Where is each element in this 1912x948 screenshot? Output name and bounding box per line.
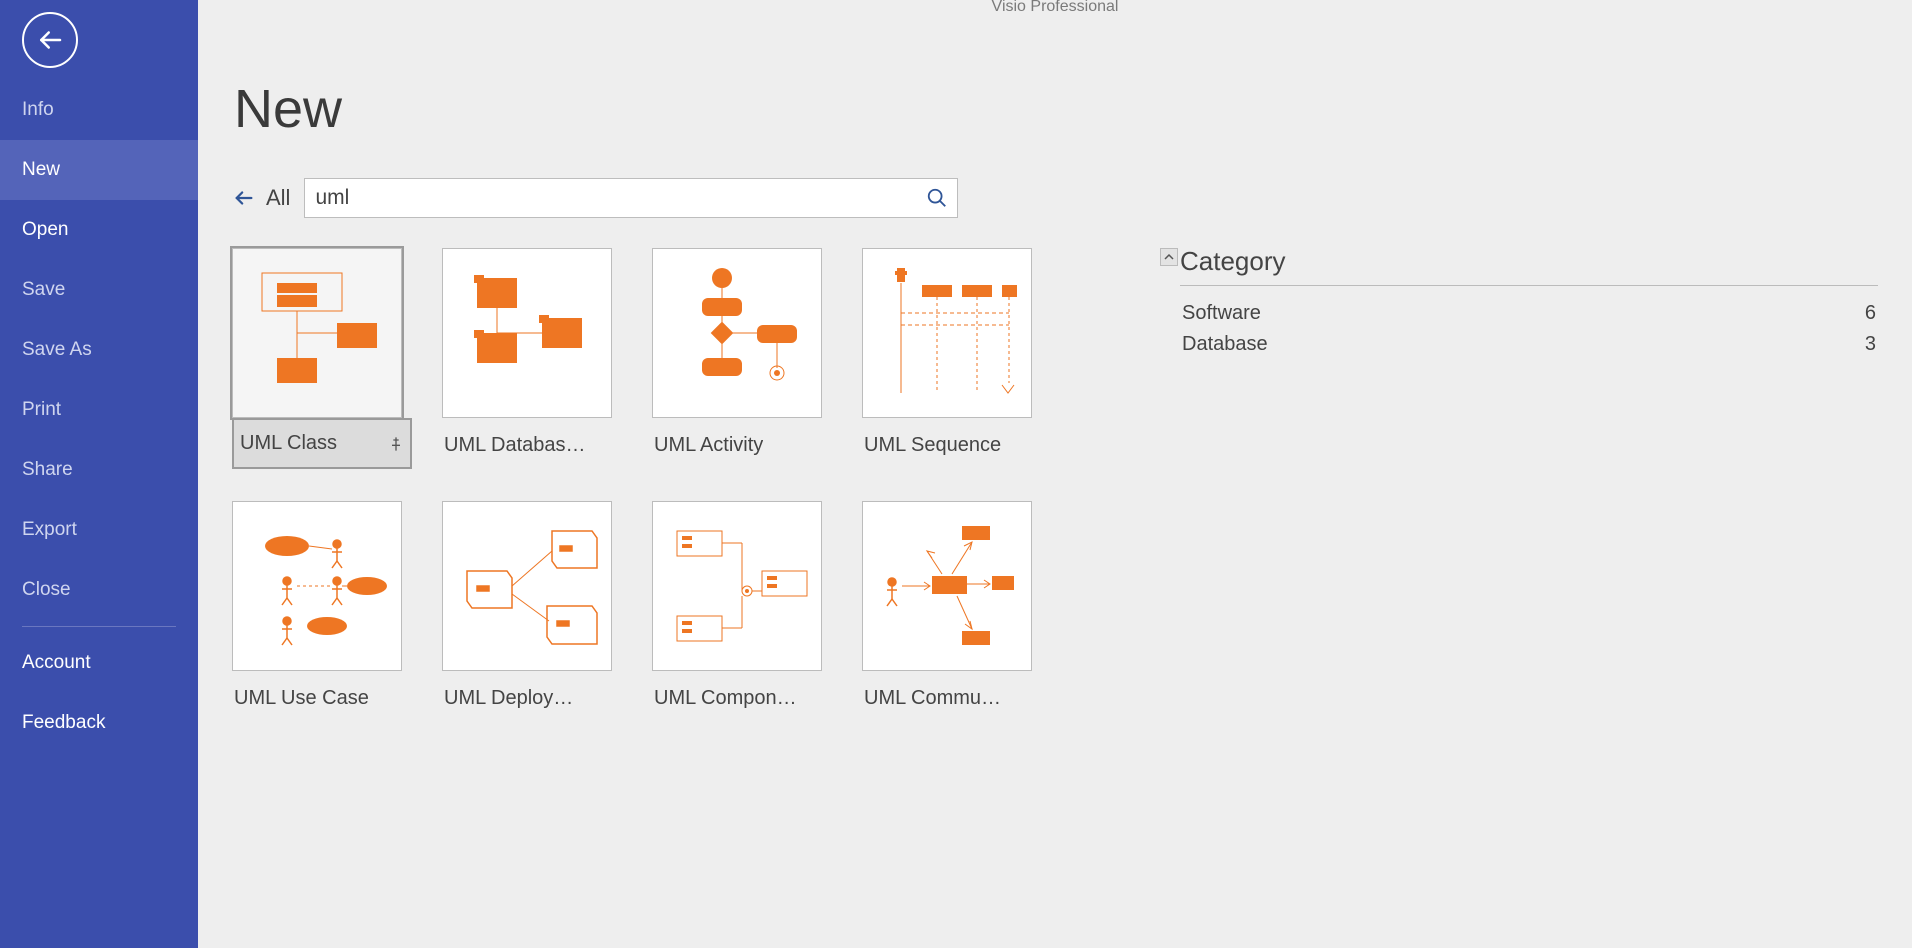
- template-label: UML Class: [240, 432, 337, 455]
- sidebar-item-share[interactable]: Share: [0, 440, 198, 500]
- sidebar-item-info[interactable]: Info: [0, 80, 198, 140]
- sidebar-item-label: Print: [22, 399, 61, 421]
- sidebar-item-label: Close: [22, 579, 71, 601]
- sidebar-item-label: Save As: [22, 339, 92, 361]
- template-label-row: UML Use Case: [232, 687, 412, 710]
- sidebar-item-close[interactable]: Close: [0, 560, 198, 620]
- sidebar-item-new[interactable]: New: [0, 140, 198, 200]
- sidebar-item-label: Export: [22, 519, 77, 541]
- template-thumbnail: [652, 501, 822, 671]
- template-thumbnail: [862, 501, 1032, 671]
- category-count: 3: [1865, 333, 1876, 356]
- template-label-row: UML Databas…: [442, 434, 622, 457]
- template-uml-database[interactable]: UML Databas…: [442, 248, 622, 469]
- template-thumbnail: [862, 248, 1032, 418]
- chevron-up-icon: [1164, 252, 1174, 262]
- scroll-up-button[interactable]: [1160, 248, 1178, 266]
- sidebar-item-print[interactable]: Print: [0, 380, 198, 440]
- category-count: 6: [1865, 302, 1876, 325]
- template-thumbnail: [442, 501, 612, 671]
- template-uml-deploy[interactable]: UML Deploy…: [442, 501, 622, 710]
- sidebar-item-label: New: [22, 159, 60, 181]
- pin-icon[interactable]: [388, 436, 404, 452]
- sidebar-item-save-as[interactable]: Save As: [0, 320, 198, 380]
- template-uml-component[interactable]: UML Compon…: [652, 501, 832, 710]
- template-label: UML Use Case: [234, 687, 369, 710]
- search-back-button[interactable]: [232, 186, 256, 210]
- app-title: Visio Professional: [992, 0, 1119, 16]
- sidebar-item-account[interactable]: Account: [0, 633, 198, 693]
- template-thumbnail: [652, 248, 822, 418]
- template-thumbnail: [232, 501, 402, 671]
- sidebar-item-label: Share: [22, 459, 73, 481]
- template-label-row: UML Sequence: [862, 434, 1042, 457]
- template-uml-usecase[interactable]: UML Use Case: [232, 501, 412, 710]
- sidebar-divider: [22, 626, 176, 627]
- main-area: Visio Professional New All UML Class: [198, 0, 1912, 948]
- template-gallery: UML Class UML Databas… UML Activity: [232, 248, 1152, 710]
- template-label: UML Deploy…: [444, 687, 573, 710]
- sidebar-item-feedback[interactable]: Feedback: [0, 693, 198, 753]
- backstage-sidebar: Info New Open Save Save As Print Share Export Cl…: [0, 0, 198, 948]
- sidebar-item-label: Save: [22, 279, 65, 301]
- template-label: UML Commu…: [864, 687, 1001, 710]
- search-button[interactable]: [925, 186, 949, 210]
- template-label-row: UML Compon…: [652, 687, 832, 710]
- template-thumbnail: [442, 248, 612, 418]
- arrow-left-icon: [35, 25, 65, 55]
- sidebar-item-export[interactable]: Export: [0, 500, 198, 560]
- search-icon: [926, 187, 948, 209]
- sidebar-item-save[interactable]: Save: [0, 260, 198, 320]
- sidebar-item-label: Open: [22, 219, 68, 241]
- template-label-row: UML Activity: [652, 434, 832, 457]
- template-uml-class[interactable]: UML Class: [232, 248, 412, 469]
- search-row: All: [232, 178, 1878, 218]
- template-label: UML Databas…: [444, 434, 586, 457]
- arrow-left-icon: [233, 187, 255, 209]
- sidebar-item-open[interactable]: Open: [0, 200, 198, 260]
- template-thumbnail: [232, 248, 402, 418]
- back-button[interactable]: [22, 12, 78, 68]
- search-input[interactable]: [315, 186, 925, 210]
- template-label-row: UML Class: [232, 418, 412, 469]
- sidebar-item-label: Account: [22, 652, 91, 674]
- template-label: UML Sequence: [864, 434, 1001, 457]
- template-label: UML Activity: [654, 434, 763, 457]
- template-uml-activity[interactable]: UML Activity: [652, 248, 832, 469]
- template-uml-commu[interactable]: UML Commu…: [862, 501, 1042, 710]
- category-name: Software: [1182, 302, 1261, 325]
- page-title: New: [234, 78, 1878, 140]
- template-uml-sequence[interactable]: UML Sequence: [862, 248, 1042, 469]
- category-item-database[interactable]: Database 3: [1180, 329, 1878, 360]
- category-panel: Category Software 6 Database 3: [1180, 248, 1878, 710]
- sidebar-item-label: Info: [22, 99, 54, 121]
- sidebar-item-label: Feedback: [22, 712, 105, 734]
- category-item-software[interactable]: Software 6: [1180, 298, 1878, 329]
- template-label-row: UML Commu…: [862, 687, 1042, 710]
- search-box: [304, 178, 958, 218]
- template-label-row: UML Deploy…: [442, 687, 622, 710]
- category-name: Database: [1182, 333, 1268, 356]
- template-label: UML Compon…: [654, 687, 797, 710]
- search-scope-label: All: [266, 185, 290, 211]
- category-title: Category: [1180, 246, 1878, 286]
